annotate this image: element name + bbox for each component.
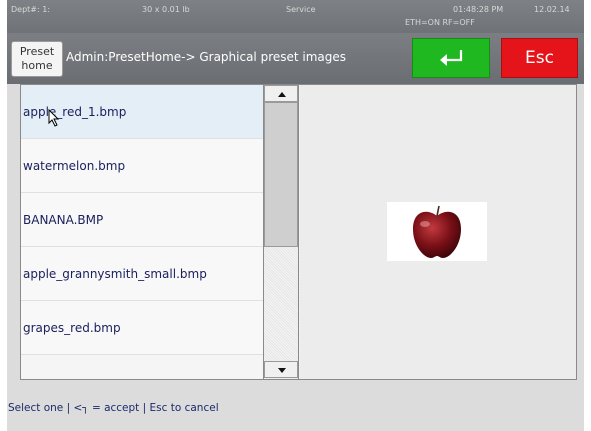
list-item-label: apple_grannysmith_small.bmp <box>23 267 207 281</box>
image-preview-pane <box>300 85 576 379</box>
scroll-up-button[interactable] <box>264 85 298 102</box>
instruction-hint: Select one | <┐ = accept | Esc to cancel <box>8 402 219 414</box>
accept-button[interactable] <box>412 38 490 78</box>
preset-home-button[interactable]: Preset home <box>11 41 63 77</box>
list-item[interactable]: watermelon.bmp <box>21 139 263 193</box>
preset-home-label-line2: home <box>21 59 53 72</box>
list-item[interactable]: apple_grannysmith_small.bmp <box>21 247 263 301</box>
list-item-label: watermelon.bmp <box>23 159 126 173</box>
department-indicator: Dept#: 1: <box>11 5 51 14</box>
preview-image <box>387 202 487 261</box>
list-item[interactable]: BANANA.BMP <box>21 193 263 247</box>
escape-button[interactable]: Esc <box>501 38 578 78</box>
page-title: Admin:PresetHome-> Graphical preset imag… <box>66 50 347 64</box>
scroll-thumb[interactable] <box>264 102 298 247</box>
list-item-label: grapes_red.bmp <box>23 321 121 335</box>
mouse-pointer-icon <box>48 109 60 127</box>
red-apple-icon <box>413 205 461 258</box>
status-bar: Dept#: 1: 30 x 0.01 lb Service 01:48:28 … <box>7 0 584 33</box>
list-item-label: apple_red_1.bmp <box>23 105 127 119</box>
clock-time: 01:48:28 PM <box>453 5 504 14</box>
mode-indicator: Service <box>286 5 316 14</box>
scroll-down-button[interactable] <box>264 361 298 378</box>
arrow-down-icon <box>278 368 286 373</box>
list-item[interactable]: grapes_red.bmp <box>21 301 263 355</box>
list-item-label: BANANA.BMP <box>23 213 104 227</box>
preset-home-label-line1: Preset <box>19 45 55 58</box>
network-status: ETH=ON RF=OFF <box>405 18 475 27</box>
enter-arrow-icon <box>440 50 463 66</box>
image-picker-panel: apple_red_1.bmp watermelon.bmp BANANA.BM… <box>20 84 577 380</box>
scale-capacity: 30 x 0.01 lb <box>142 5 190 14</box>
scale-screen: Dept#: 1: 30 x 0.01 lb Service 01:48:28 … <box>7 0 584 431</box>
arrow-up-icon <box>278 92 286 97</box>
clock-date: 12.02.14 <box>534 5 570 14</box>
list-scrollbar[interactable] <box>263 85 299 379</box>
header-bar: Preset home Admin:PresetHome-> Graphical… <box>7 33 584 84</box>
image-file-list[interactable]: apple_red_1.bmp watermelon.bmp BANANA.BM… <box>21 85 263 379</box>
